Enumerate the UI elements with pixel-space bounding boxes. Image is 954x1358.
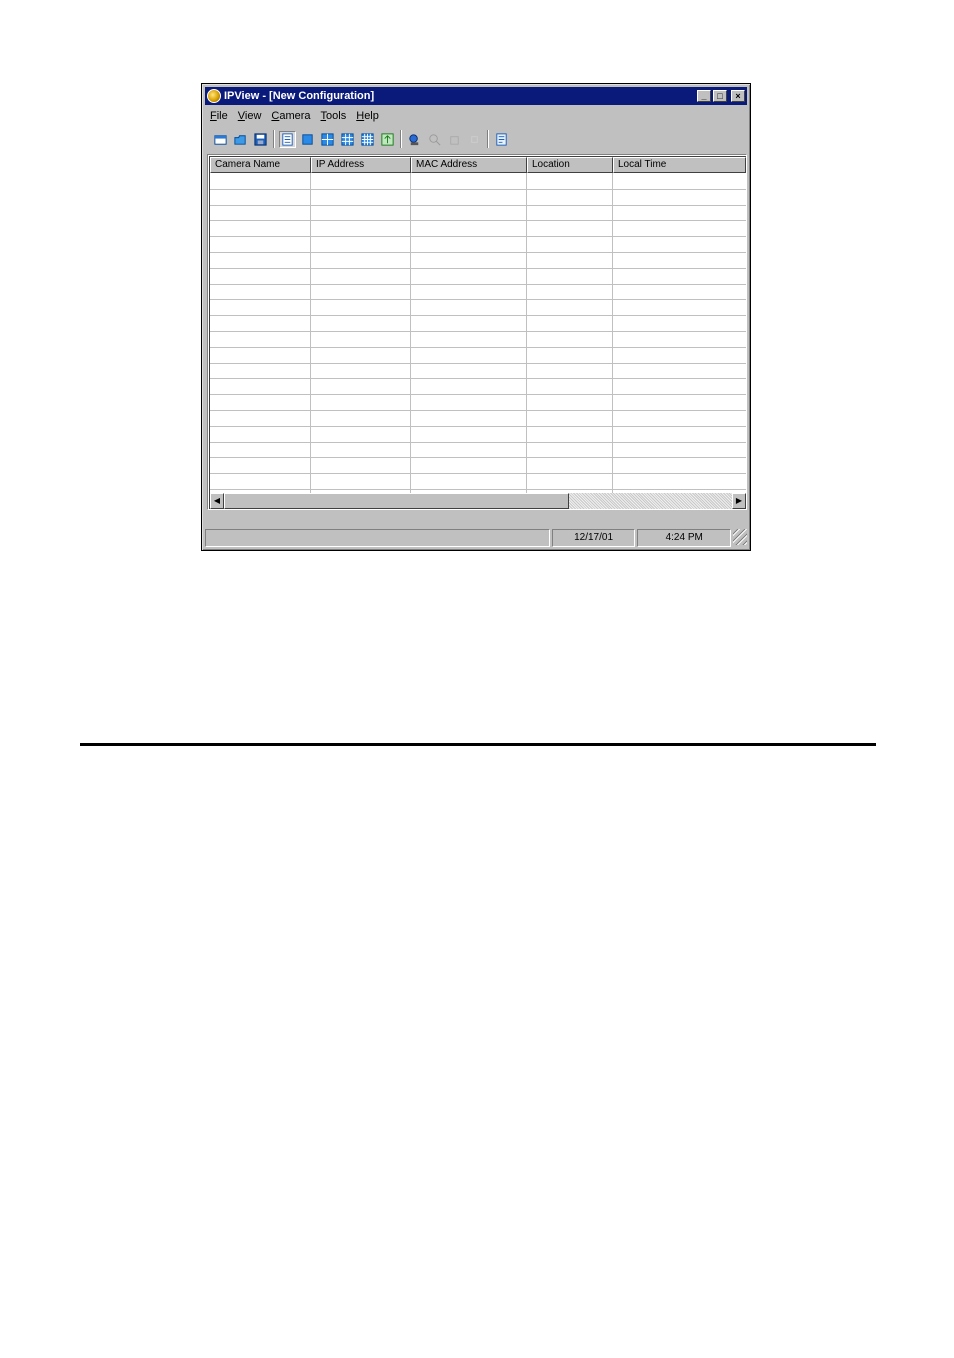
new-icon[interactable] <box>212 131 229 148</box>
toolbar-separator <box>273 130 275 148</box>
open-icon[interactable] <box>232 131 249 148</box>
status-bar: 12/17/01 4:24 PM <box>205 529 747 547</box>
horizontal-scrollbar[interactable]: ◀ ▶ <box>210 493 746 509</box>
save-icon[interactable] <box>252 131 269 148</box>
scroll-left-button[interactable]: ◀ <box>210 493 224 509</box>
status-date: 12/17/01 <box>551 529 636 547</box>
scroll-thumb[interactable] <box>224 493 569 509</box>
menu-camera[interactable]: Camera <box>266 110 315 122</box>
app-icon <box>207 89 221 103</box>
sixteen-view-icon[interactable] <box>359 131 376 148</box>
minimize-button[interactable]: _ <box>697 90 711 102</box>
toolbar-separator <box>400 130 402 148</box>
horizontal-rule <box>80 743 876 746</box>
find-camera-icon <box>426 131 443 148</box>
toolbar-separator <box>487 130 489 148</box>
menu-tools[interactable]: Tools <box>316 110 352 122</box>
list-grid <box>210 173 746 495</box>
blank-icon <box>466 131 483 148</box>
column-header-mac-address[interactable]: MAC Address <box>411 157 527 173</box>
column-header-ip-address[interactable]: IP Address <box>311 157 411 173</box>
single-view-icon[interactable] <box>299 131 316 148</box>
camera-list[interactable]: Camera Name IP Address MAC Address Location… <box>207 154 747 510</box>
maximize-button[interactable]: □ <box>713 90 727 102</box>
nine-view-icon[interactable] <box>339 131 356 148</box>
properties-icon[interactable] <box>493 131 510 148</box>
column-header-camera-name[interactable]: Camera Name <box>210 157 311 173</box>
title-bar[interactable]: IPView - [New Configuration] _ □ × <box>205 87 747 105</box>
camera-setup-icon[interactable] <box>406 131 423 148</box>
menu-bar: File View Camera Tools Help <box>205 107 747 125</box>
toolbar <box>205 127 747 151</box>
close-button[interactable]: × <box>731 90 745 102</box>
list-view-icon[interactable] <box>279 130 296 148</box>
resize-grip[interactable] <box>733 529 747 545</box>
column-header-local-time[interactable]: Local Time <box>613 157 746 173</box>
status-time: 4:24 PM <box>637 529 732 547</box>
scroll-right-button[interactable]: ▶ <box>732 493 746 509</box>
sequence-icon[interactable] <box>379 131 396 148</box>
menu-help[interactable]: Help <box>351 110 384 122</box>
menu-file[interactable]: File <box>205 110 233 122</box>
ipview-window: IPView - [New Configuration] _ □ × File V… <box>201 83 751 551</box>
scroll-track[interactable] <box>224 493 732 509</box>
list-header: Camera Name IP Address MAC Address Location… <box>210 157 746 173</box>
window-title: IPView - [New Configuration] <box>224 90 375 102</box>
status-message <box>205 529 550 547</box>
quad-view-icon[interactable] <box>319 131 336 148</box>
column-header-location[interactable]: Location <box>527 157 613 173</box>
remove-camera-icon <box>446 131 463 148</box>
menu-view[interactable]: View <box>233 110 267 122</box>
